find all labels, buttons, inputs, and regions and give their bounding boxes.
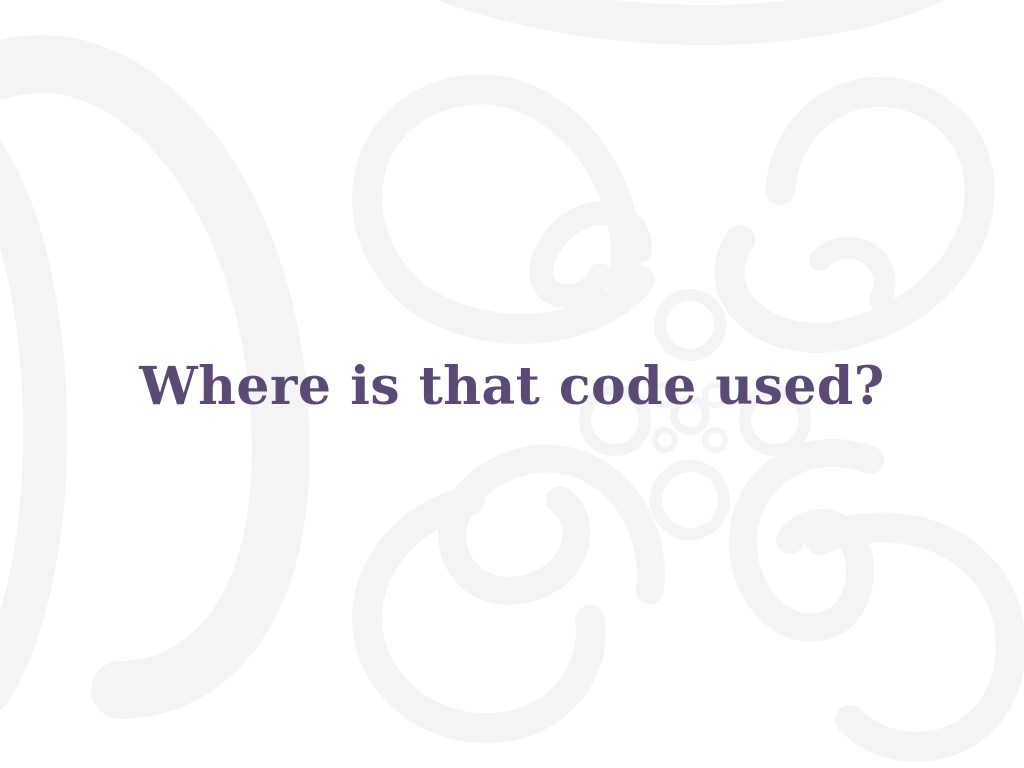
slide: Where is that code used? [0, 0, 1024, 768]
slide-title: Where is that code used? [139, 356, 885, 417]
